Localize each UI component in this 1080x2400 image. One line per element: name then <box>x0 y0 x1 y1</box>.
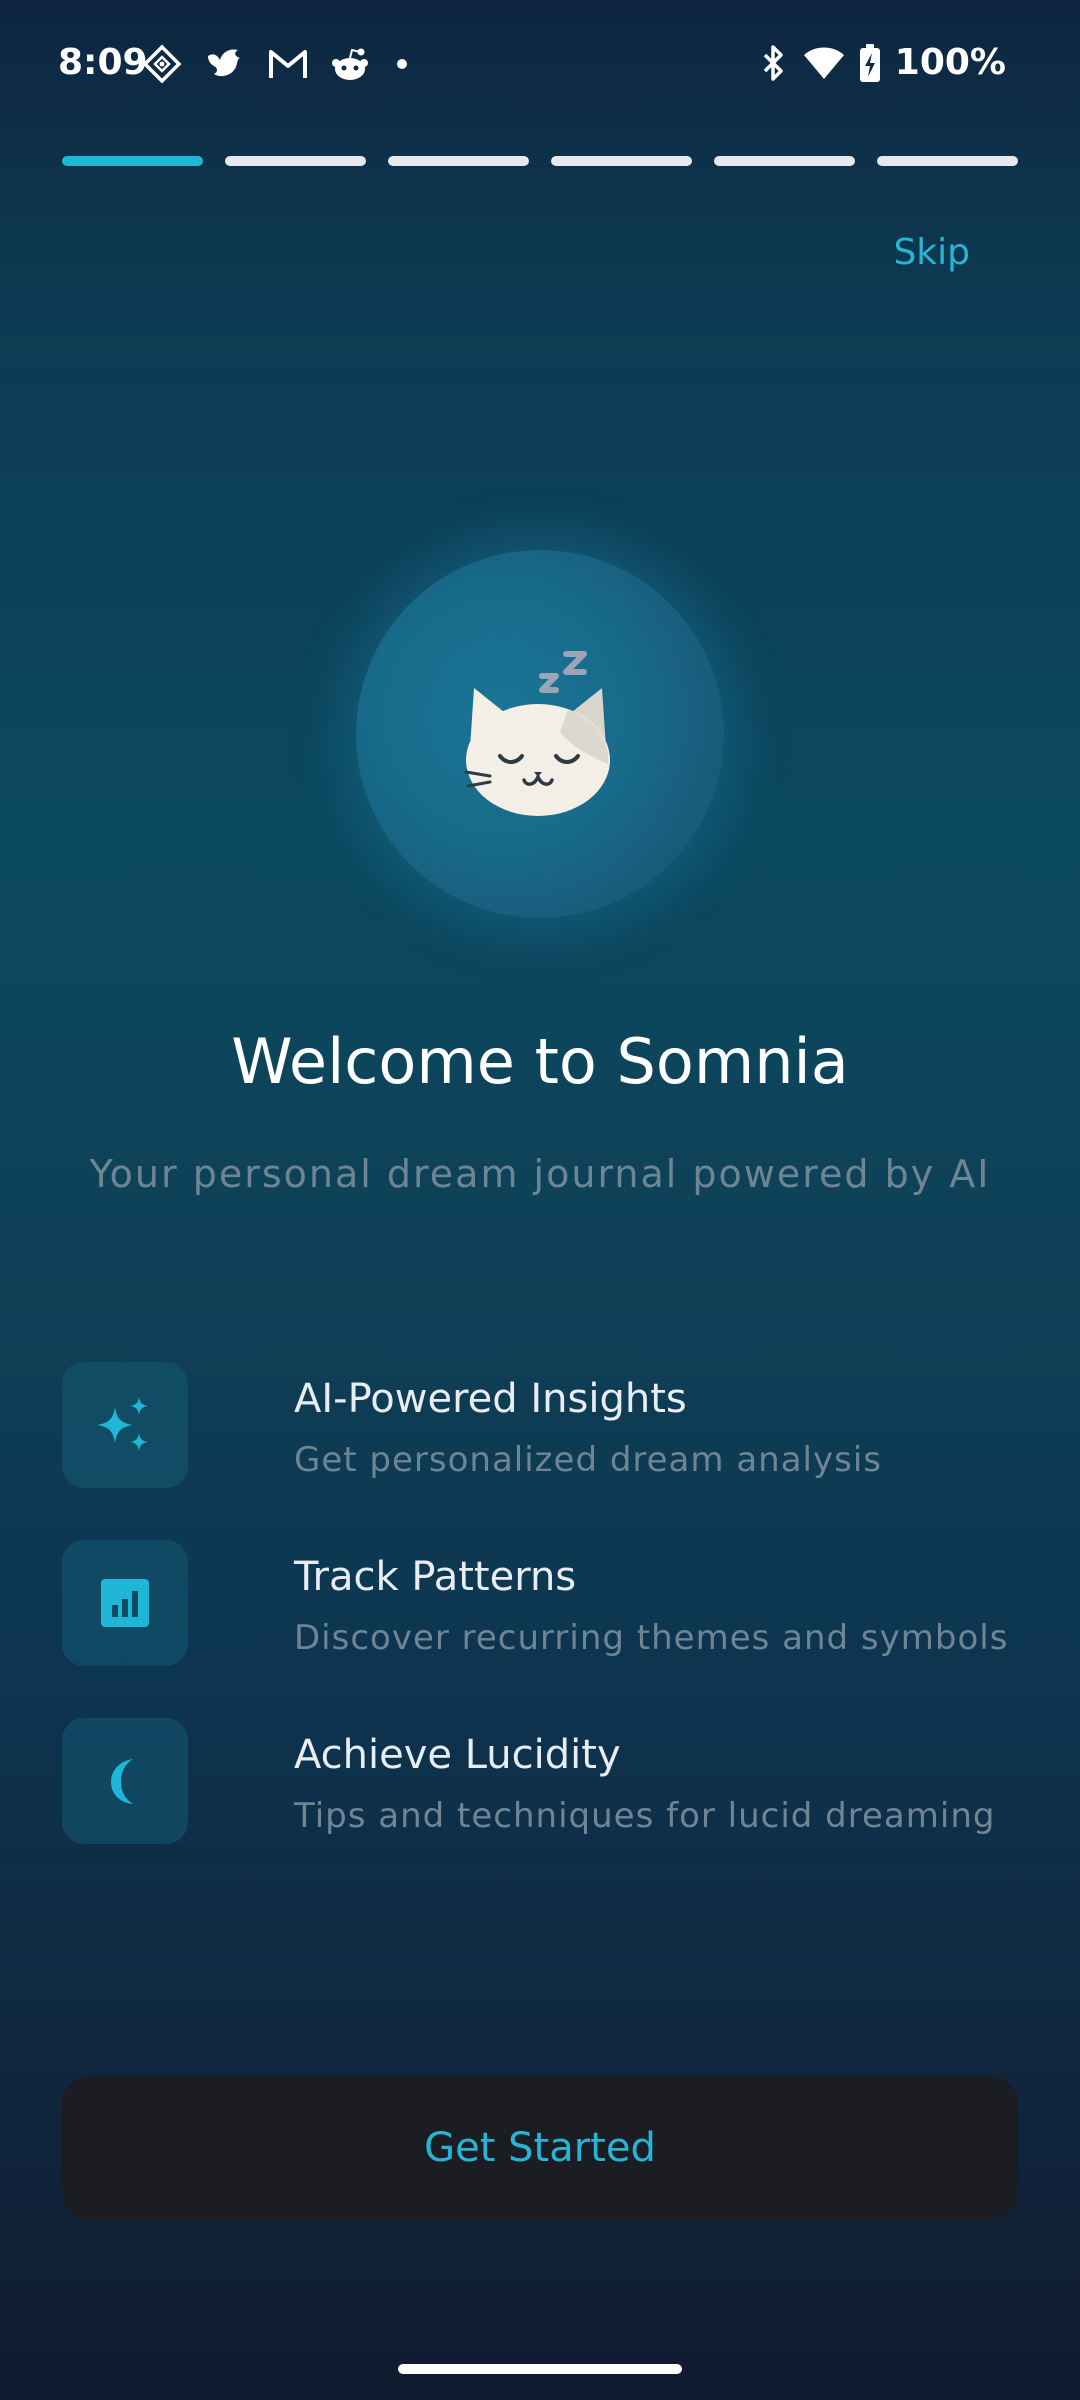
feature-description: Tips and techniques for lucid dreaming <box>294 1796 996 1836</box>
feature-icon-tile <box>62 1718 188 1844</box>
page-title: Welcome to Somnia <box>231 1025 849 1098</box>
progress-step-3 <box>388 156 529 166</box>
gmail-icon <box>269 50 307 78</box>
get-started-button[interactable]: Get Started <box>62 2076 1018 2220</box>
battery-percent: 100% <box>894 42 1006 83</box>
feature-item-lucidity: Achieve Lucidity Tips and techniques for… <box>62 1718 1022 1844</box>
progress-step-1 <box>62 156 203 166</box>
feature-title: Track Patterns <box>294 1554 577 1600</box>
feature-icon-tile <box>62 1540 188 1666</box>
wifi-icon <box>803 47 844 79</box>
skip-button[interactable]: Skip <box>893 232 970 273</box>
status-time: 8:09 <box>58 42 148 83</box>
onboarding-progress <box>62 156 1018 166</box>
sleeping-cat-icon <box>464 651 610 816</box>
progress-step-4 <box>551 156 692 166</box>
battery-icon <box>859 43 880 82</box>
diamond-icon <box>142 44 182 84</box>
bluetooth-icon <box>763 44 783 81</box>
progress-step-2 <box>225 156 366 166</box>
get-started-label: Get Started <box>424 2125 656 2171</box>
dot-icon <box>397 59 407 69</box>
system-status: 100% <box>759 42 1006 83</box>
page-subtitle: Your personal dream journal powered by A… <box>89 1152 991 1196</box>
status-bar: 8:09 100% <box>0 0 1080 130</box>
home-indicator[interactable] <box>398 2364 682 2374</box>
chart-icon <box>101 1579 149 1627</box>
feature-item-insights: AI-Powered Insights Get personalized dre… <box>62 1362 1022 1488</box>
moon-icon <box>111 1759 133 1804</box>
progress-step-6 <box>877 156 1018 166</box>
progress-step-5 <box>714 156 855 166</box>
reddit-icon <box>332 48 368 80</box>
feature-title: AI-Powered Insights <box>294 1376 687 1422</box>
feature-list: AI-Powered Insights Get personalized dre… <box>62 1362 1022 1896</box>
notification-icons <box>142 44 412 84</box>
sparkles-icon <box>97 1397 148 1451</box>
feature-item-patterns: Track Patterns Discover recurring themes… <box>62 1540 1022 1666</box>
feature-description: Discover recurring themes and symbols <box>294 1618 1009 1658</box>
bird-icon <box>208 49 240 77</box>
feature-icon-tile <box>62 1362 188 1488</box>
feature-title: Achieve Lucidity <box>294 1732 621 1778</box>
feature-description: Get personalized dream analysis <box>294 1440 882 1480</box>
